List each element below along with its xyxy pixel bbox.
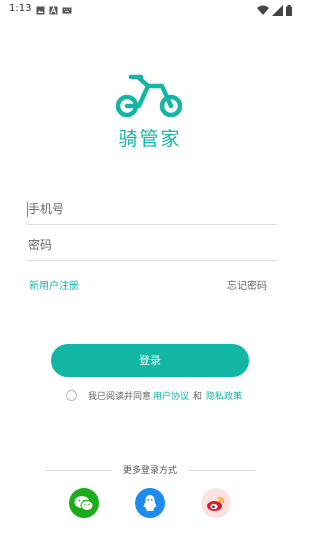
user-agreement-link[interactable]: 用户协议 [153, 389, 189, 402]
agreement-checkbox[interactable] [66, 389, 77, 401]
agreement-row: 我已阅读并同意 用户协议 和 隐私政策 [66, 388, 244, 402]
login-button[interactable]: 登录 [51, 344, 249, 377]
keyboard-notification-icon [62, 7, 72, 13]
password-field [27, 230, 278, 261]
weibo-login-button[interactable] [201, 488, 231, 518]
battery-icon [286, 4, 292, 16]
phone-field [27, 194, 278, 225]
wechat-login-button[interactable] [69, 488, 99, 518]
status-bar: 1:13 [0, 0, 300, 20]
status-icons-right [257, 3, 292, 17]
privacy-policy-link[interactable]: 隐私政策 [206, 389, 242, 402]
agreement-and: 和 [193, 391, 203, 402]
signal-icon [272, 4, 283, 16]
qq-icon [143, 495, 157, 511]
wechat-icon [74, 495, 94, 511]
image-notification-icon [36, 6, 45, 14]
status-icons-left [36, 4, 72, 16]
weibo-icon [207, 496, 225, 511]
qq-login-button[interactable] [135, 488, 165, 518]
status-time: 1:13 [9, 3, 32, 14]
font-notification-icon [49, 5, 58, 14]
text-cursor [27, 202, 28, 217]
brand-name: 骑管家 [118, 128, 182, 150]
agreement-prefix: 我已阅读并同意 [88, 391, 152, 402]
phone-input[interactable] [27, 194, 278, 224]
more-login-title: 更多登录方式 [122, 466, 177, 476]
password-input[interactable] [27, 230, 278, 260]
wifi-icon [257, 5, 269, 15]
bike-logo-icon [116, 74, 182, 118]
forgot-password-link[interactable]: 忘记密码 [227, 277, 267, 292]
register-link[interactable]: 新用户注册 [29, 277, 79, 292]
